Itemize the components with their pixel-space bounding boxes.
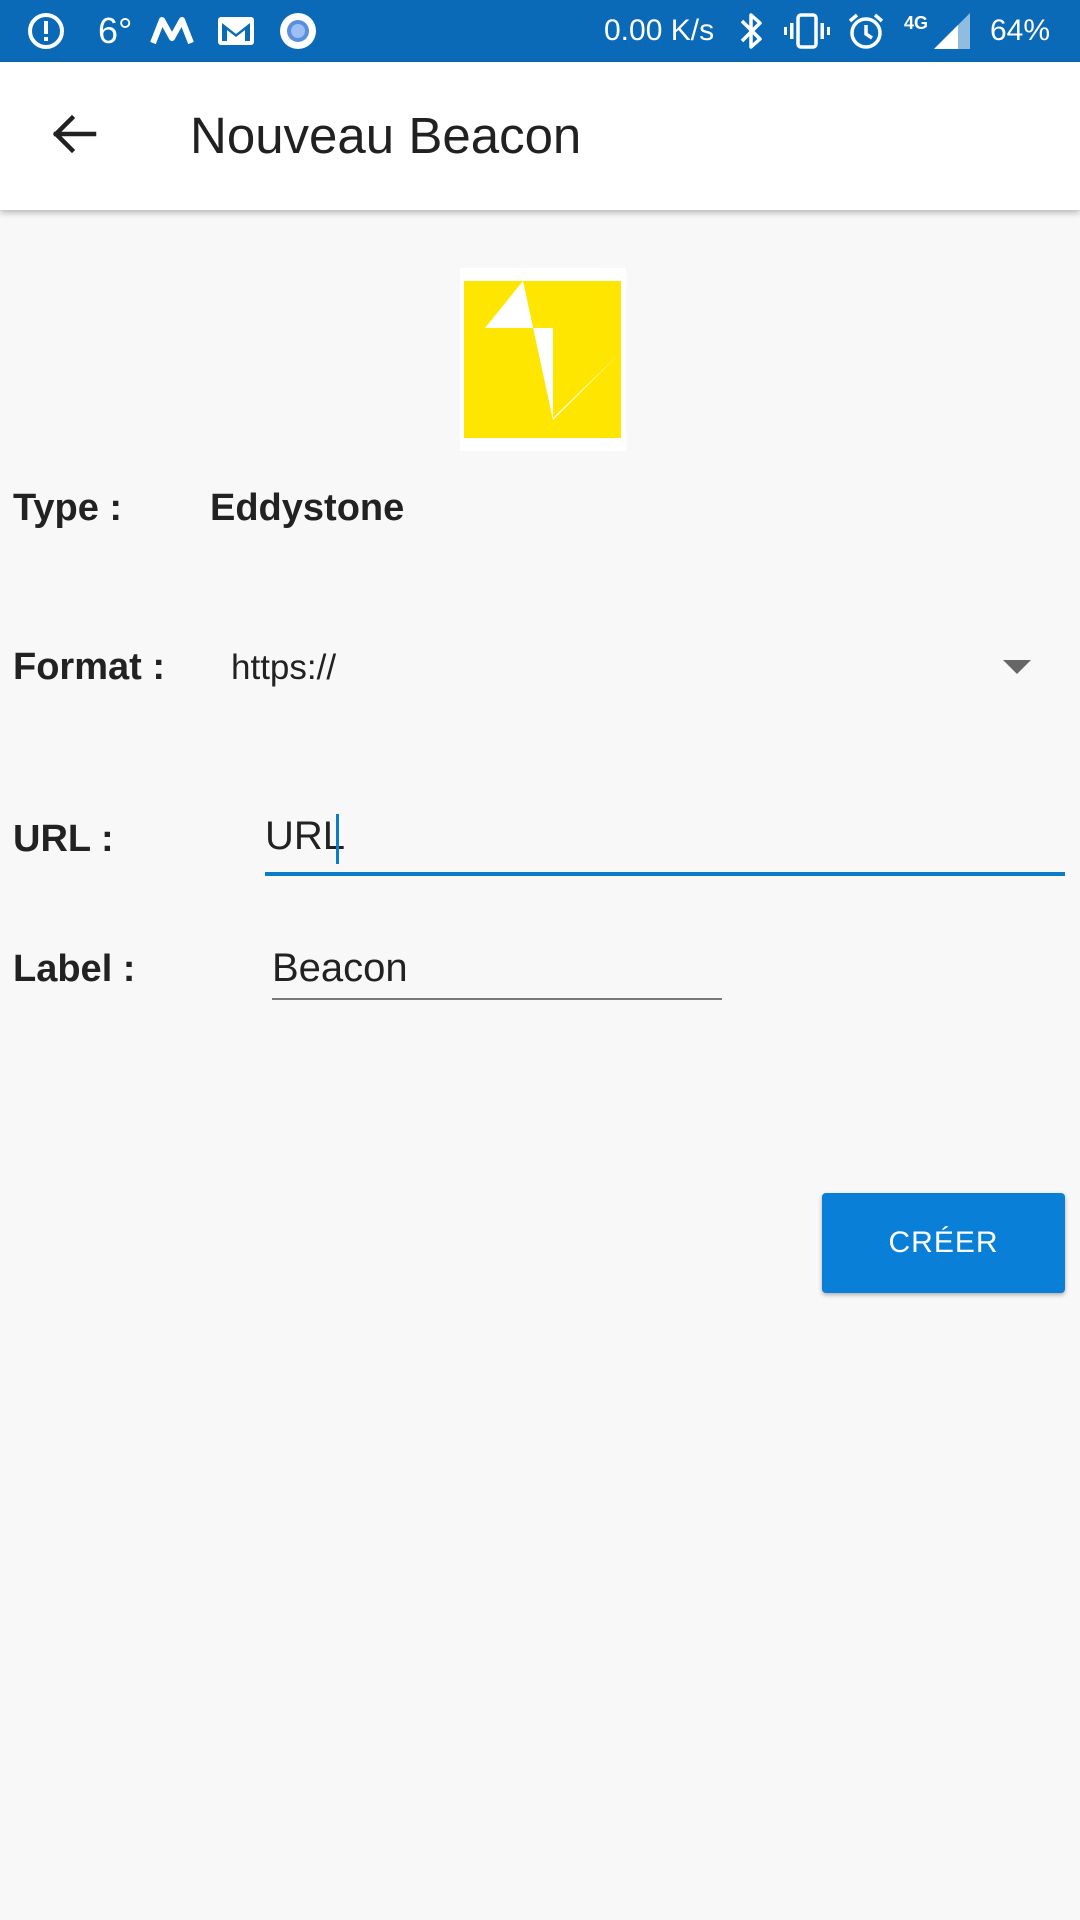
alarm-icon <box>846 0 886 62</box>
app-bar: Nouveau Beacon <box>0 62 1080 210</box>
url-field[interactable]: URL <box>265 810 1065 876</box>
vibrate-icon <box>782 0 832 62</box>
label-label: Label : <box>13 948 136 990</box>
format-selected-value: https:// <box>231 648 337 687</box>
bluetooth-icon <box>736 0 766 62</box>
status-bar: 6° 0.00 K/s 4G 64% <box>0 0 1080 62</box>
page-title: Nouveau Beacon <box>190 107 582 164</box>
battery-text: 64% <box>990 14 1051 47</box>
dropdown-arrow-icon <box>1003 660 1031 681</box>
temperature-text: 6° <box>98 10 133 51</box>
back-button[interactable] <box>36 98 112 174</box>
network-speed: 0.00 K/s <box>604 14 715 47</box>
create-button[interactable]: CRÉER <box>822 1193 1065 1293</box>
label-field-text: Beacon <box>272 946 408 990</box>
gmail-icon <box>216 0 256 62</box>
eddystone-logo-icon <box>460 268 626 451</box>
signal-icon <box>932 0 972 62</box>
network-type: 4G <box>904 12 929 33</box>
alert-icon <box>26 0 66 62</box>
format-dropdown[interactable]: https:// <box>215 636 1045 698</box>
type-value: Eddystone <box>210 487 405 529</box>
record-icon <box>278 0 318 62</box>
url-label: URL : <box>13 818 114 860</box>
format-label: Format : <box>13 646 165 688</box>
type-label: Type : <box>13 487 123 529</box>
arrow-back-icon <box>50 110 98 163</box>
beacon-logo <box>460 268 626 451</box>
maps-icon <box>150 0 194 62</box>
label-field[interactable]: Beacon <box>272 938 722 1000</box>
text-cursor <box>336 814 339 864</box>
url-field-text: URL <box>265 814 346 858</box>
